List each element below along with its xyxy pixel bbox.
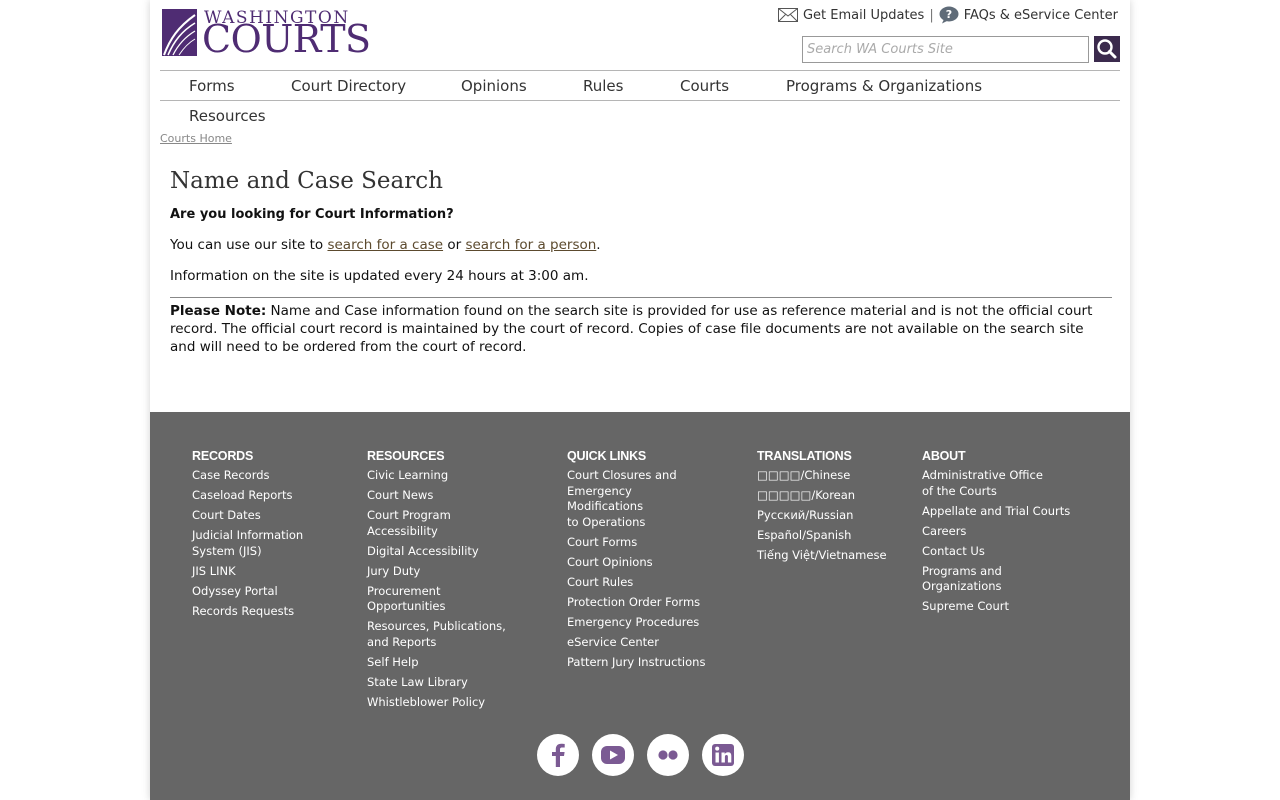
footer-link-korean[interactable]: □□□□□/Korean bbox=[757, 488, 887, 504]
footer-link-records-requests[interactable]: Records Requests bbox=[192, 604, 303, 620]
youtube-icon bbox=[601, 746, 625, 764]
linkedin-link[interactable] bbox=[702, 734, 744, 776]
footer-link-publications[interactable]: Resources, Publications, and Reports bbox=[367, 619, 506, 650]
facebook-link[interactable] bbox=[537, 734, 579, 776]
logo-text-main: COURTS bbox=[202, 17, 371, 61]
footer-link-court-forms[interactable]: Court Forms bbox=[567, 535, 705, 551]
note-label: Please Note: bbox=[170, 303, 267, 319]
footer-col-resources: RESOURCES Civic Learning Court News Cour… bbox=[367, 449, 506, 715]
svg-text:?: ? bbox=[946, 8, 952, 21]
footer-link-emergency-procedures[interactable]: Emergency Procedures bbox=[567, 615, 705, 631]
footer-heading-translations: TRANSLATIONS bbox=[757, 449, 852, 463]
footer-link-jury-duty[interactable]: Jury Duty bbox=[367, 564, 506, 580]
email-icon bbox=[777, 8, 798, 22]
footer-link-caseload-reports[interactable]: Caseload Reports bbox=[192, 488, 303, 504]
footer-link-spanish[interactable]: Español/Spanish bbox=[757, 528, 887, 544]
footer-col-translations: TRANSLATIONS □□□□/Chinese □□□□□/Korean Р… bbox=[757, 449, 887, 568]
footer-link-odyssey-portal[interactable]: Odyssey Portal bbox=[192, 584, 303, 600]
footer-link-russian[interactable]: Русский/Russian bbox=[757, 508, 887, 524]
search-input[interactable] bbox=[802, 36, 1089, 63]
search-text-post: . bbox=[596, 237, 601, 253]
footer-link-chinese[interactable]: □□□□/Chinese bbox=[757, 468, 887, 484]
footer-heading-records: RECORDS bbox=[192, 449, 254, 463]
footer-link-court-closures[interactable]: Court Closures and Emergency Modificatio… bbox=[567, 468, 705, 530]
page: WASHINGTON COURTS Get Email Updates | ? … bbox=[150, 0, 1130, 800]
please-note: Please Note: Name and Case information f… bbox=[170, 297, 1112, 356]
breadcrumb-courts-home[interactable]: Courts Home bbox=[160, 132, 232, 145]
footer-link-self-help[interactable]: Self Help bbox=[367, 655, 506, 671]
footer-link-court-dates[interactable]: Court Dates bbox=[192, 508, 303, 524]
footer-link-aoc[interactable]: Administrative Office of the Courts bbox=[922, 468, 1070, 499]
footer-link-jis[interactable]: Judicial Information System (JIS) bbox=[192, 528, 303, 559]
page-title: Name and Case Search bbox=[170, 168, 443, 194]
nav-rules[interactable]: Rules bbox=[583, 77, 623, 95]
link-separator: | bbox=[929, 7, 934, 23]
update-info: Information on the site is updated every… bbox=[170, 268, 589, 284]
footer-link-careers[interactable]: Careers bbox=[922, 524, 1070, 540]
footer-link-contact-us[interactable]: Contact Us bbox=[922, 544, 1070, 560]
footer-col-about: ABOUT Administrative Office of the Court… bbox=[922, 449, 1070, 619]
footer-link-protection-order-forms[interactable]: Protection Order Forms bbox=[567, 595, 705, 611]
facebook-icon bbox=[552, 743, 565, 767]
footer-link-digital-accessibility[interactable]: Digital Accessibility bbox=[367, 544, 506, 560]
nav-court-directory[interactable]: Court Directory bbox=[291, 77, 406, 95]
flickr-link[interactable] bbox=[647, 734, 689, 776]
faqs-link[interactable]: FAQs & eService Center bbox=[964, 8, 1118, 23]
note-text: Name and Case information found on the s… bbox=[170, 303, 1093, 355]
footer-link-civic-learning[interactable]: Civic Learning bbox=[367, 468, 506, 484]
lead-question: Are you looking for Court Information? bbox=[170, 207, 454, 222]
footer-link-court-rules[interactable]: Court Rules bbox=[567, 575, 705, 591]
footer-link-court-opinions[interactable]: Court Opinions bbox=[567, 555, 705, 571]
search-button[interactable] bbox=[1094, 36, 1120, 62]
footer-link-court-news[interactable]: Court News bbox=[367, 488, 506, 504]
email-updates-link[interactable]: Get Email Updates bbox=[803, 8, 924, 23]
search-text-mid: or bbox=[443, 237, 466, 253]
utility-links: Get Email Updates | ? FAQs & eService Ce… bbox=[777, 6, 1118, 24]
search-case-link[interactable]: search for a case bbox=[327, 237, 443, 253]
nav-opinions[interactable]: Opinions bbox=[461, 77, 527, 95]
youtube-link[interactable] bbox=[592, 734, 634, 776]
footer-heading-quick-links: QUICK LINKS bbox=[567, 449, 647, 463]
search-icon bbox=[1097, 39, 1117, 59]
flickr-icon bbox=[658, 750, 678, 760]
footer-link-procurement[interactable]: Procurement Opportunities bbox=[367, 584, 506, 615]
courts-emblem-icon bbox=[162, 9, 197, 56]
question-icon: ? bbox=[939, 6, 959, 24]
footer-link-case-records[interactable]: Case Records bbox=[192, 468, 303, 484]
footer-link-jis-link[interactable]: JIS LINK bbox=[192, 564, 303, 580]
footer-link-eservice-center[interactable]: eService Center bbox=[567, 635, 705, 651]
footer-heading-resources: RESOURCES bbox=[367, 449, 445, 463]
nav-resources[interactable]: Resources bbox=[189, 107, 266, 125]
nav-courts[interactable]: Courts bbox=[680, 77, 729, 95]
nav-forms[interactable]: Forms bbox=[189, 77, 235, 95]
footer: RECORDS Case Records Caseload Reports Co… bbox=[150, 412, 1130, 800]
footer-link-state-law-library[interactable]: State Law Library bbox=[367, 675, 506, 691]
linkedin-icon bbox=[712, 744, 734, 766]
main-content: Name and Case Search Are you looking for… bbox=[170, 168, 1112, 356]
footer-link-supreme-court[interactable]: Supreme Court bbox=[922, 599, 1070, 615]
footer-link-programs-organizations[interactable]: Programs and Organizations bbox=[922, 564, 1070, 595]
main-nav: Forms Court Directory Opinions Rules Cou… bbox=[160, 70, 1120, 125]
footer-link-whistleblower[interactable]: Whistleblower Policy bbox=[367, 695, 506, 711]
footer-link-vietnamese[interactable]: Tiếng Việt/Vietnamese bbox=[757, 548, 887, 564]
footer-link-appellate-trial-courts[interactable]: Appellate and Trial Courts bbox=[922, 504, 1070, 520]
footer-link-program-accessibility[interactable]: Court Program Accessibility bbox=[367, 508, 506, 539]
footer-col-quick-links: QUICK LINKS Court Closures and Emergency… bbox=[567, 449, 705, 675]
search-person-link[interactable]: search for a person bbox=[465, 237, 596, 253]
footer-heading-about: ABOUT bbox=[922, 449, 966, 463]
site-search bbox=[802, 36, 1120, 63]
search-text-pre: You can use our site to bbox=[170, 237, 328, 253]
footer-link-pattern-jury-instructions[interactable]: Pattern Jury Instructions bbox=[567, 655, 705, 671]
footer-col-records: RECORDS Case Records Caseload Reports Co… bbox=[192, 449, 303, 624]
search-options-text: You can use our site to search for a cas… bbox=[170, 237, 1112, 253]
washington-courts-logo[interactable]: WASHINGTON COURTS bbox=[162, 8, 371, 58]
nav-programs-organizations[interactable]: Programs & Organizations bbox=[786, 77, 982, 95]
